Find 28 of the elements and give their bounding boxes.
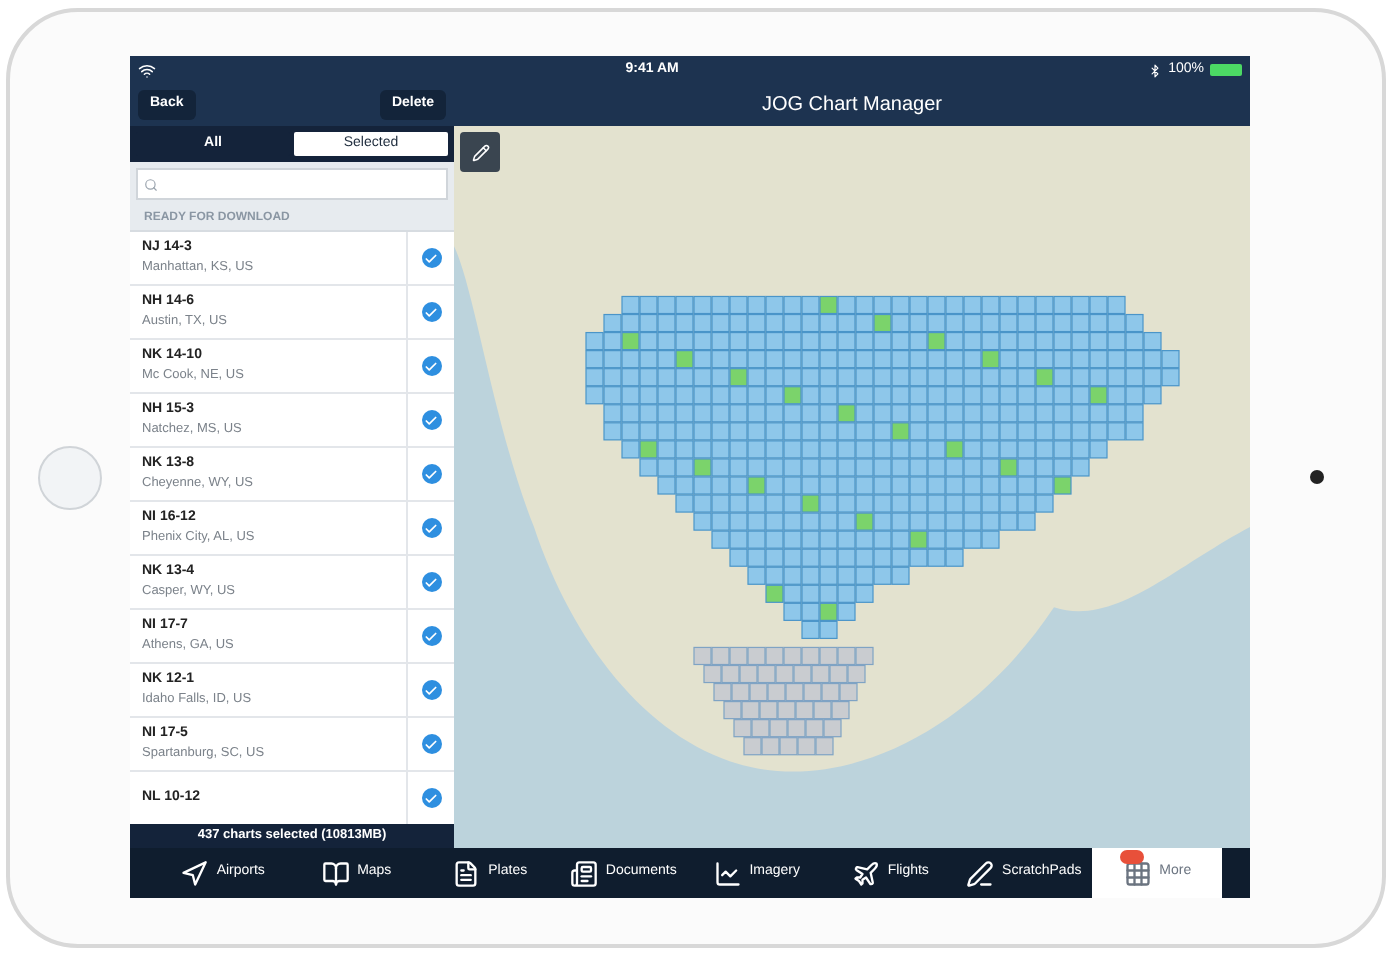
search-icon bbox=[144, 177, 158, 191]
compass-icon bbox=[180, 859, 209, 887]
pencil-icon bbox=[966, 859, 995, 887]
checkmark-circle[interactable] bbox=[421, 302, 441, 322]
checkmark-circle[interactable] bbox=[421, 572, 441, 592]
bluetooth-icon bbox=[1148, 63, 1163, 77]
checkmark-circle[interactable] bbox=[421, 464, 441, 484]
checkmark-circle[interactable] bbox=[421, 248, 441, 268]
chart-icon bbox=[713, 859, 742, 887]
document-icon bbox=[569, 859, 598, 887]
checkmark-circle[interactable] bbox=[421, 356, 441, 376]
plane-icon bbox=[851, 859, 880, 887]
checkmark-circle[interactable] bbox=[421, 518, 441, 538]
checkmark-circle[interactable] bbox=[421, 680, 441, 700]
pencil-icon bbox=[471, 143, 489, 161]
screen-title: JOG Chart Manager bbox=[761, 92, 943, 120]
wifi-icon bbox=[138, 61, 156, 79]
battery-icon bbox=[1210, 64, 1242, 76]
grid-icon bbox=[1123, 859, 1152, 887]
edit-button[interactable] bbox=[460, 132, 500, 172]
checkmark-circle[interactable] bbox=[421, 734, 441, 754]
checkmark-circle[interactable] bbox=[421, 788, 441, 808]
map-icon bbox=[321, 859, 350, 887]
page-icon bbox=[452, 859, 481, 887]
checkmark-circle[interactable] bbox=[421, 626, 441, 646]
checkmark-circle[interactable] bbox=[421, 410, 441, 430]
search-field[interactable] bbox=[136, 168, 448, 200]
camera-icon bbox=[1309, 470, 1323, 484]
